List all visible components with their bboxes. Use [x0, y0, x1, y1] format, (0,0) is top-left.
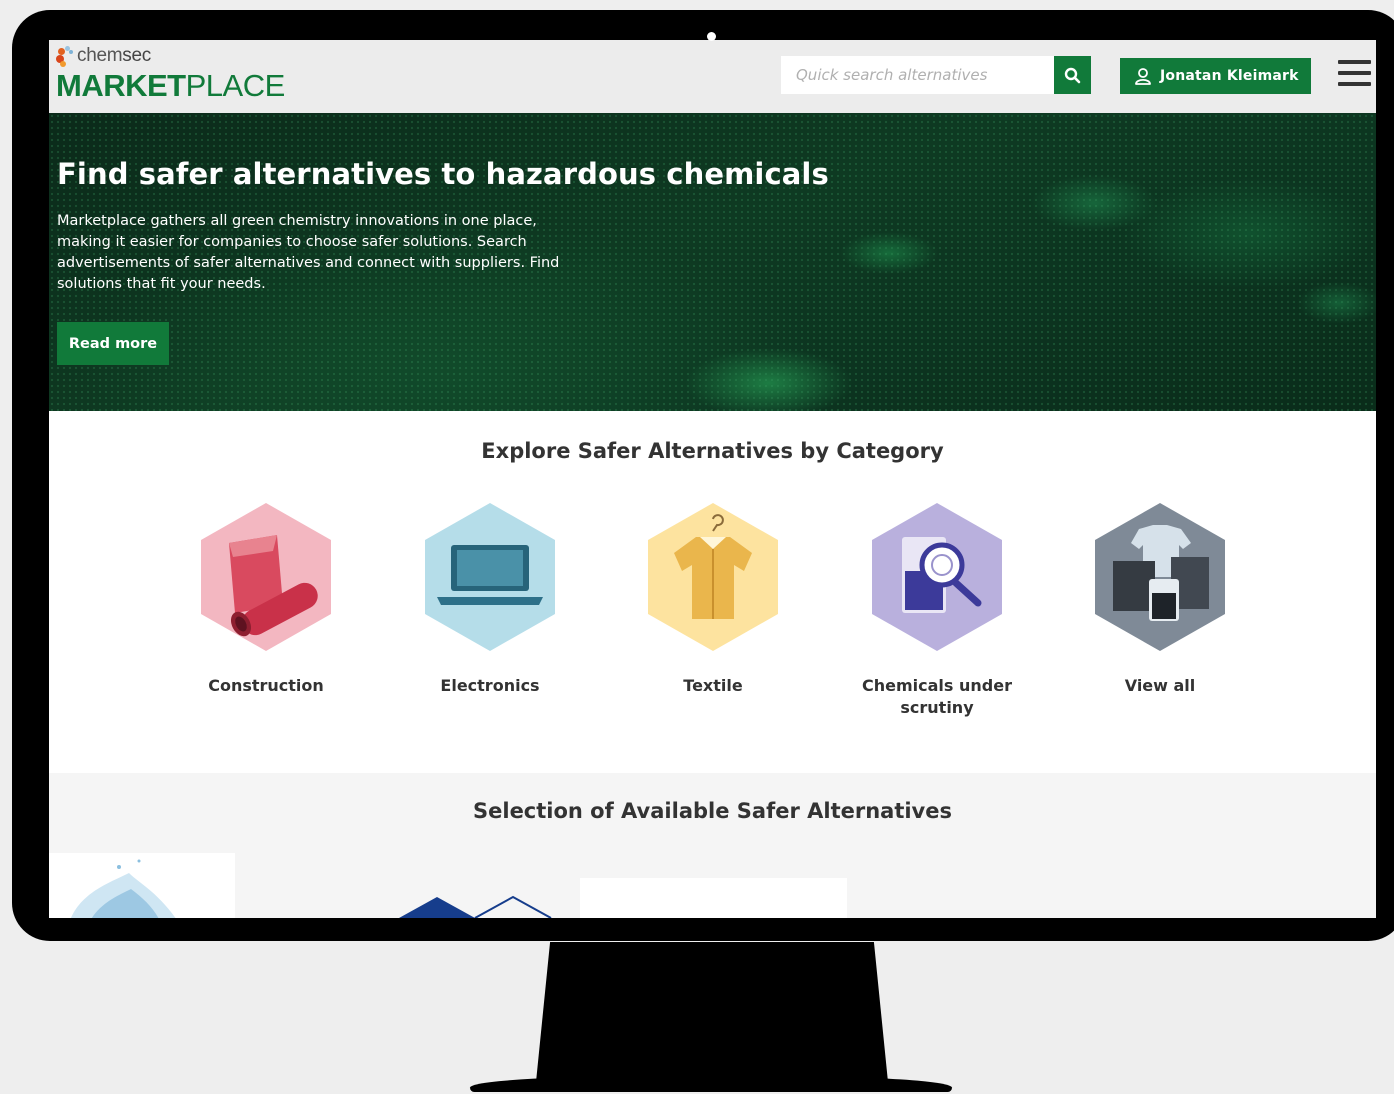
- chemsec-marketplace-logo[interactable]: chemsec MARKETPLACE: [56, 44, 285, 103]
- chemsec-logo-mark-icon: [56, 45, 74, 67]
- logo-brand-suffix: sec: [122, 45, 151, 66]
- selection-section: Selection of Available Safer Alternative…: [49, 773, 1376, 918]
- user-account-button[interactable]: Jonatan Kleimark: [1120, 58, 1311, 94]
- browser-screen: chemsec MARKETPLACE Jonatan Kleimark: [49, 40, 1376, 918]
- menu-hamburger-icon[interactable]: [1338, 60, 1371, 90]
- explore-categories-section: Explore Safer Alternatives by Category C…: [49, 411, 1376, 773]
- monitor-stand-base: [470, 1076, 952, 1092]
- search-button[interactable]: [1054, 56, 1091, 94]
- logo-brand-prefix: chem: [77, 45, 123, 66]
- hero-title: Find safer alternatives to hazardous che…: [57, 157, 829, 191]
- alternative-card[interactable]: [49, 853, 235, 918]
- water-splash-image: [71, 859, 176, 918]
- hero-description: Marketplace gathers all green chemistry …: [57, 213, 560, 292]
- category-label: Chemicals under scrutiny: [862, 676, 1012, 717]
- monitor-stand: [536, 942, 888, 1082]
- user-name: Jonatan Kleimark: [1160, 68, 1299, 84]
- beaker-magnifier-icon: [872, 503, 1002, 651]
- selection-title: Selection of Available Safer Alternative…: [473, 799, 952, 823]
- category-electronics[interactable]: Electronics: [400, 501, 580, 697]
- read-more-button[interactable]: Read more: [57, 322, 169, 365]
- shirt-icon: [648, 503, 778, 651]
- category-label: View all: [1124, 676, 1196, 695]
- company-logo-image: [399, 895, 552, 918]
- logo-product-light: PLACE: [185, 68, 286, 103]
- category-textile[interactable]: Textile: [623, 501, 803, 697]
- categories-title: Explore Safer Alternatives by Category: [481, 439, 944, 463]
- category-label: Textile: [683, 676, 743, 695]
- site-header: chemsec MARKETPLACE Jonatan Kleimark: [49, 40, 1376, 113]
- category-view-all[interactable]: View all: [1070, 501, 1250, 697]
- category-label: Electronics: [440, 676, 540, 695]
- construction-icon: [201, 503, 331, 651]
- alternative-card[interactable]: [580, 878, 847, 918]
- alternative-card[interactable]: [399, 893, 559, 918]
- view-all-icon: [1095, 503, 1225, 651]
- search-input[interactable]: [781, 56, 1055, 94]
- quick-search: [781, 56, 1091, 94]
- logo-product-strong: MARKET: [56, 68, 186, 103]
- camera-dot: [707, 32, 716, 41]
- hero-banner: Find safer alternatives to hazardous che…: [49, 113, 1376, 411]
- laptop-icon: [425, 503, 555, 651]
- category-chemicals-under-scrutiny[interactable]: Chemicals under scrutiny: [847, 501, 1027, 719]
- search-icon: [1064, 67, 1081, 83]
- category-construction[interactable]: Construction: [176, 501, 356, 697]
- user-icon: [1135, 68, 1151, 85]
- category-label: Construction: [208, 676, 324, 695]
